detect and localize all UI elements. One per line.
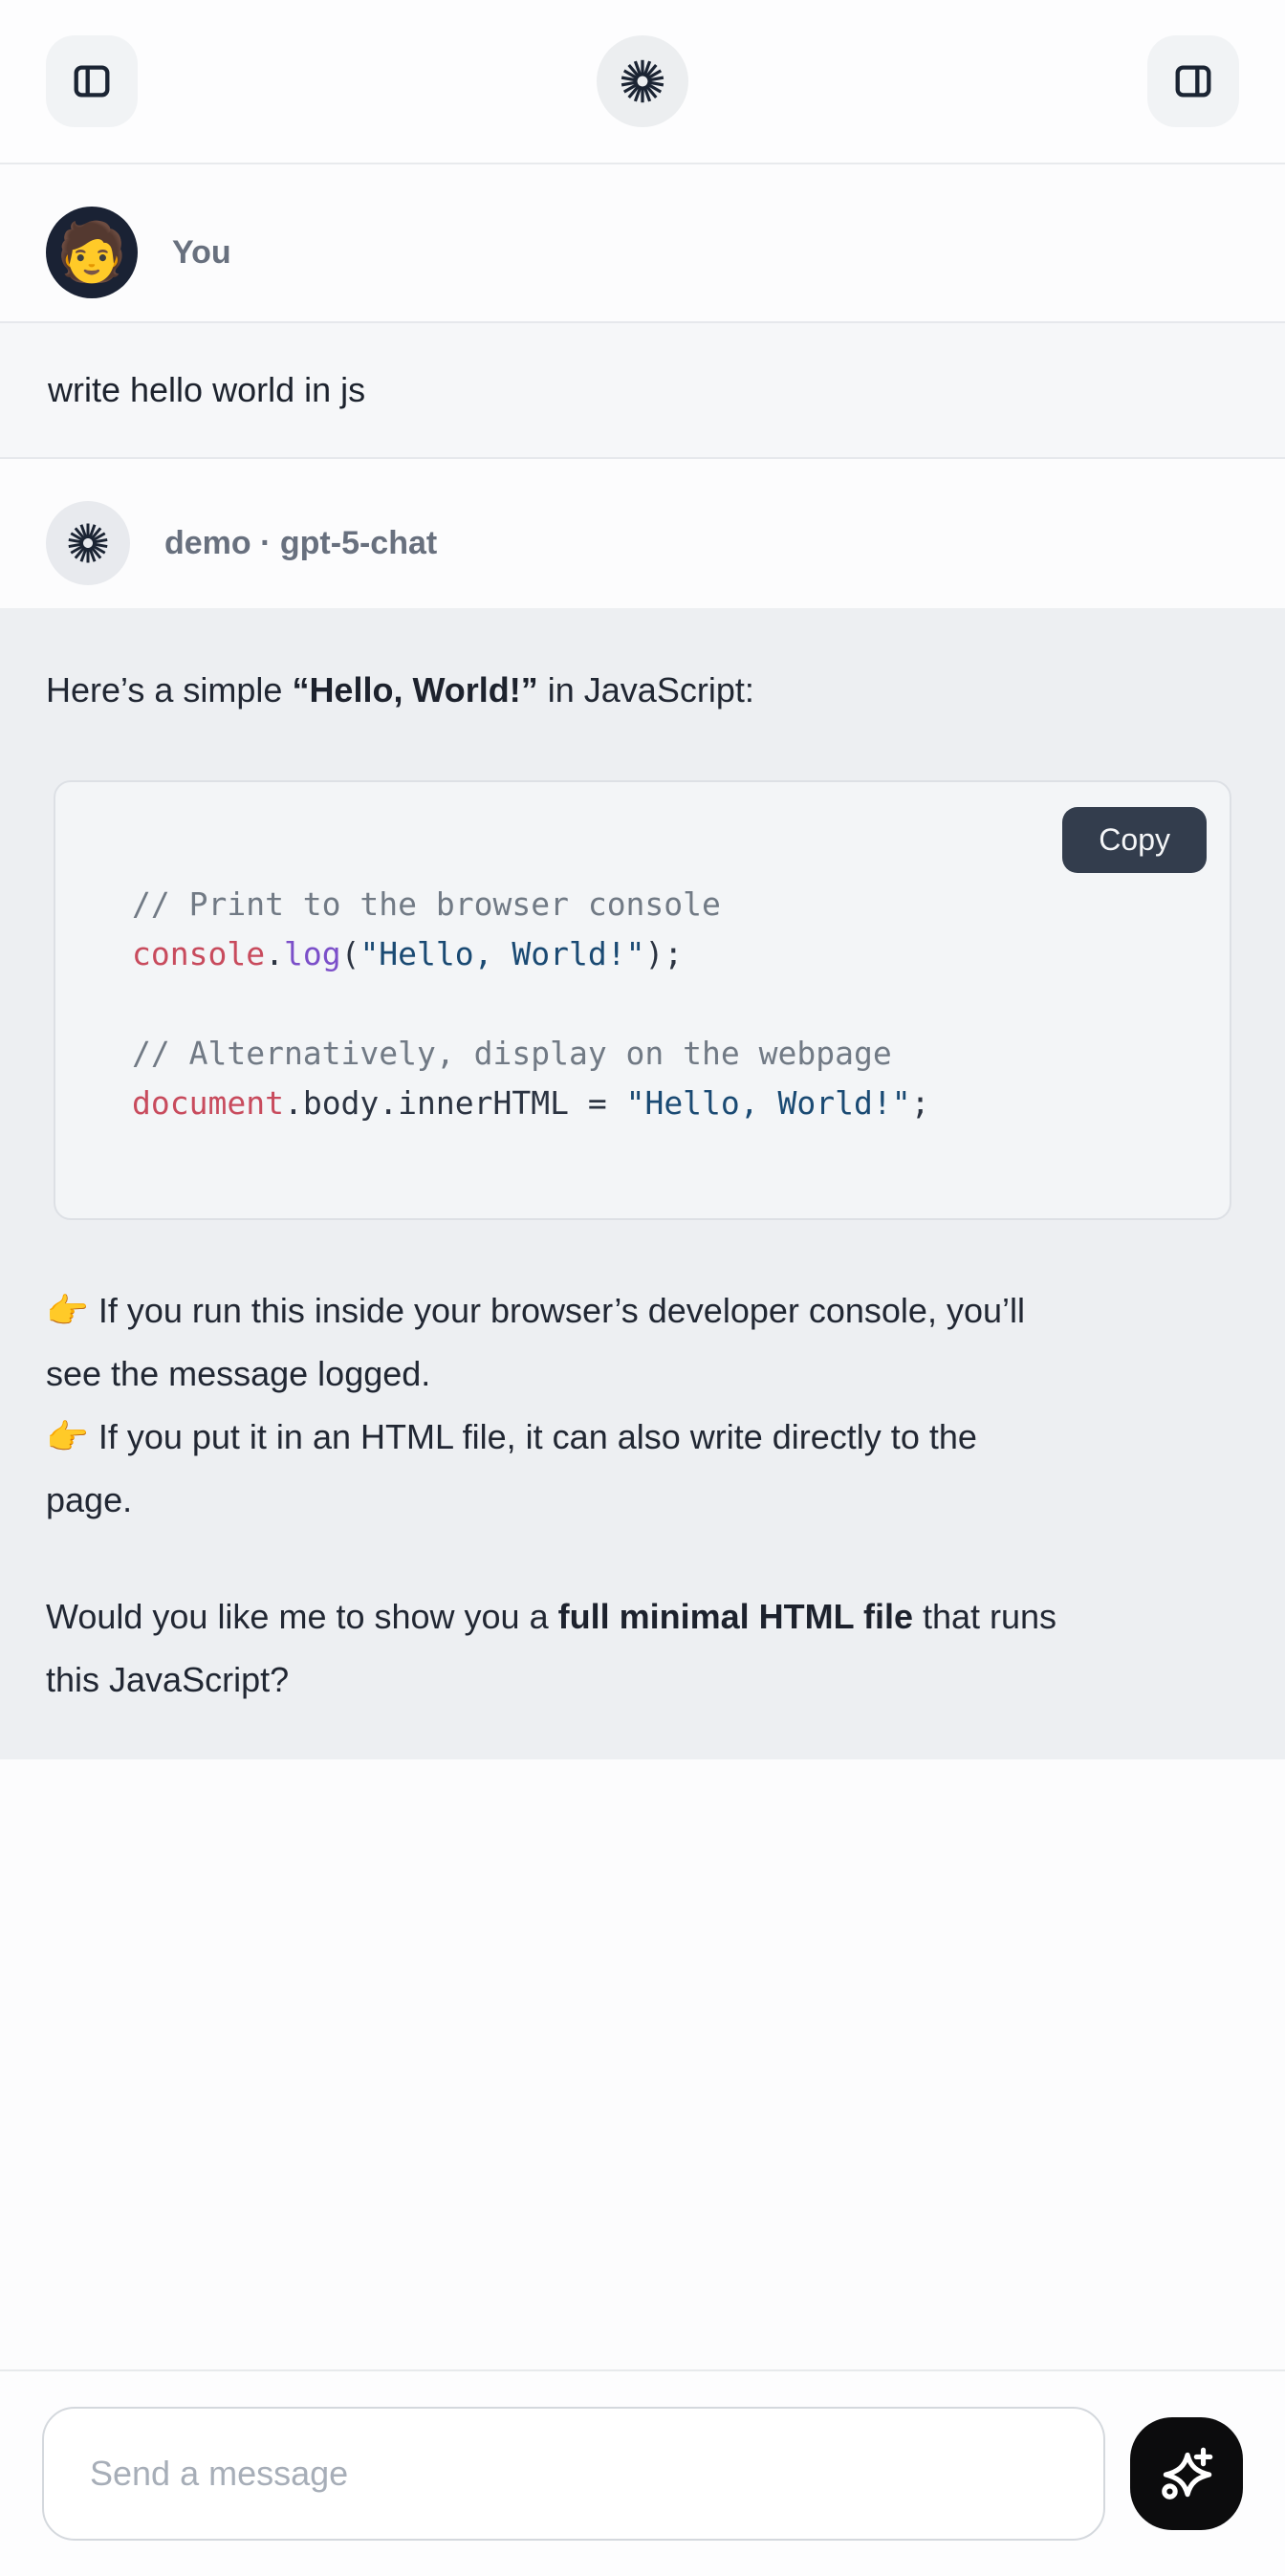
assistant-intro-line: Here’s a simple “Hello, World!” in JavaS… bbox=[46, 641, 1239, 717]
user-sender-label: You bbox=[172, 234, 231, 272]
assistant-message-bubble: Here’s a simple “Hello, World!” in JavaS… bbox=[0, 608, 1285, 1759]
top-bar bbox=[0, 0, 1285, 164]
user-message-text: write hello world in js bbox=[48, 370, 365, 410]
user-avatar: 🧑 bbox=[46, 207, 138, 298]
followup-prefix: Would you like me to show you a bbox=[46, 1597, 558, 1636]
followup-bold: full minimal HTML file bbox=[558, 1597, 913, 1636]
assistant-followup-paragraph: Would you like me to show you a full min… bbox=[46, 1585, 1239, 1712]
code-content: // Print to the browser consoleconsole.l… bbox=[132, 880, 1191, 1128]
burst-icon bbox=[65, 520, 111, 566]
panel-toggle-button[interactable] bbox=[1147, 35, 1239, 127]
burst-icon bbox=[618, 56, 667, 106]
user-message-bubble: write hello world in js bbox=[0, 321, 1285, 459]
assistant-message-header: demo · gpt-5-chat bbox=[0, 459, 1285, 608]
model-spinner-button[interactable] bbox=[597, 35, 688, 127]
composer-bar bbox=[0, 2369, 1285, 2576]
user-avatar-emoji: 🧑 bbox=[56, 224, 128, 281]
assistant-avatar bbox=[46, 501, 130, 585]
panel-right-icon bbox=[1171, 59, 1215, 103]
code-block: Copy // Print to the browser consolecons… bbox=[54, 780, 1231, 1220]
assistant-sender-label: demo · gpt-5-chat bbox=[164, 525, 437, 562]
intro-prefix: Here’s a simple bbox=[46, 670, 292, 709]
sidebar-toggle-button[interactable] bbox=[46, 35, 138, 127]
user-message-header: 🧑 You bbox=[0, 164, 1285, 321]
chat-empty-space bbox=[0, 1759, 1285, 2369]
panel-left-icon bbox=[70, 59, 114, 103]
message-input[interactable] bbox=[42, 2407, 1105, 2541]
intro-bold: “Hello, World!” bbox=[292, 670, 537, 709]
intro-suffix: in JavaScript: bbox=[538, 670, 754, 709]
copy-code-button[interactable]: Copy bbox=[1062, 807, 1207, 873]
sparkle-icon bbox=[1155, 2442, 1218, 2505]
send-button[interactable] bbox=[1130, 2417, 1243, 2530]
assistant-tips-paragraph: 👉 If you run this inside your browser’s … bbox=[46, 1279, 1239, 1532]
chat-area: 🧑 You write hello world in js demo · gpt… bbox=[0, 164, 1285, 2369]
